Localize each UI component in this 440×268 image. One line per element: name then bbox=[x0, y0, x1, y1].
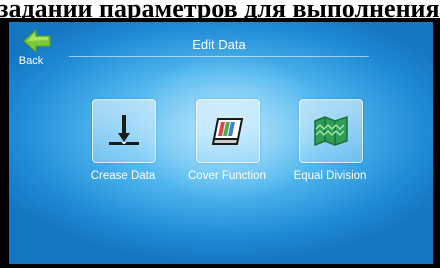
crease-data-label[interactable]: Crease Data bbox=[73, 170, 173, 182]
cover-function-label[interactable]: Cover Function bbox=[177, 170, 277, 182]
page-title: Edit Data bbox=[192, 37, 246, 52]
cover-icon bbox=[211, 118, 244, 145]
equal-division-label[interactable]: Equal Division bbox=[280, 170, 380, 182]
cover-function-button[interactable] bbox=[196, 99, 260, 163]
equal-division-icon bbox=[314, 115, 348, 147]
screen: Back Edit Data Crease Data Cover Functio… bbox=[9, 22, 433, 264]
crease-icon bbox=[109, 115, 139, 145]
equal-division-button[interactable] bbox=[299, 99, 363, 163]
back-button[interactable]: Back bbox=[15, 28, 59, 68]
arrow-left-icon bbox=[23, 28, 51, 54]
title-bar: Edit Data bbox=[69, 34, 369, 57]
back-label: Back bbox=[18, 55, 44, 67]
crease-data-button[interactable] bbox=[92, 99, 156, 163]
